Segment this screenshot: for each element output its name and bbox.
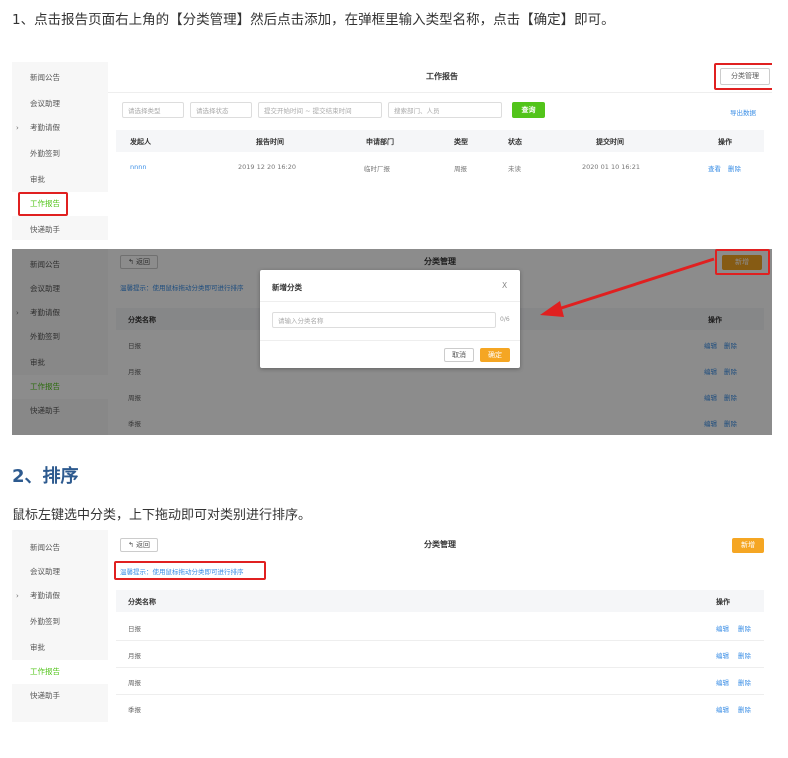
add-category-button[interactable]: 新增 — [732, 538, 764, 553]
export-link[interactable]: 导出数据 — [730, 107, 756, 117]
status-select[interactable]: 请选择状态 — [190, 102, 252, 118]
back-label: 返回 — [136, 541, 151, 549]
table-header: 发起人 报告时间 申请部门 类型 状态 提交时间 操作 — [116, 130, 764, 152]
edit-link[interactable]: 编辑 — [716, 650, 729, 660]
col-submit-time: 提交时间 — [596, 138, 624, 146]
sidebar-item-meeting[interactable]: 会议助理 — [12, 560, 108, 584]
col-report-time: 报告时间 — [256, 138, 284, 146]
col-type: 类型 — [454, 138, 468, 146]
category-name: 月报 — [128, 652, 141, 660]
edit-link[interactable]: 编辑 — [716, 704, 729, 714]
sidebar-item-approval[interactable]: 审批 — [12, 636, 108, 660]
dept-cell: 临时厂报 — [364, 165, 390, 173]
page-title: 分类管理 — [424, 540, 456, 549]
sidebar-item-news[interactable]: 新闻公告 — [12, 66, 108, 90]
submit-time-cell: 2020 01 10 16:21 — [582, 163, 641, 171]
category-name: 季报 — [128, 706, 141, 714]
search-input[interactable]: 搜索部门、人员 — [388, 102, 502, 118]
col-ops: 操作 — [716, 598, 730, 606]
list-item[interactable]: 月报 编辑 删除 — [116, 647, 764, 663]
initiator-cell[interactable]: nnnn — [130, 163, 146, 171]
sidebar-item-approval[interactable]: 审批 — [12, 168, 108, 192]
back-button[interactable]: ↰ 返回 — [120, 538, 158, 552]
date-range-input[interactable]: 提交开始时间 ~ 提交结束时间 — [258, 102, 382, 118]
sidebar-item-attendance[interactable]: 考勤请假 — [12, 116, 108, 140]
list-item[interactable]: 日报 编辑 删除 — [116, 620, 764, 636]
edit-link[interactable]: 编辑 — [716, 623, 729, 633]
highlight-box — [18, 192, 68, 216]
report-time-cell: 2019 12 20 16:20 — [238, 163, 297, 171]
col-name: 分类名称 — [128, 598, 156, 606]
edit-link[interactable]: 编辑 — [716, 677, 729, 687]
delete-link[interactable]: 删除 — [728, 163, 741, 173]
add-category-dialog: 新增分类 X 请输入分类名称 0/6 取消 确定 — [260, 270, 520, 368]
section-title: 2、排序 — [12, 466, 79, 487]
divider — [260, 301, 520, 302]
category-name: 周报 — [128, 679, 141, 687]
report-main: 工作报告 分类管理 请选择类型 请选择状态 提交开始时间 ~ 提交结束时间 搜索… — [108, 62, 772, 240]
row-divider — [116, 640, 764, 641]
table-row: nnnn 2019 12 20 16:20 临时厂报 周报 未读 2020 01… — [116, 158, 764, 178]
list-item[interactable]: 季报 编辑 删除 — [116, 701, 764, 717]
back-arrow-icon: ↰ — [127, 541, 137, 549]
delete-link[interactable]: 删除 — [738, 704, 751, 714]
page-title: 工作报告 — [426, 72, 458, 81]
search-button[interactable]: 查询 — [512, 102, 545, 118]
cancel-button[interactable]: 取消 — [444, 348, 474, 362]
row-divider — [116, 667, 764, 668]
delete-link[interactable]: 删除 — [738, 650, 751, 660]
dialog-title: 新增分类 — [272, 283, 302, 292]
sidebar-item-meeting[interactable]: 会议助理 — [12, 92, 108, 116]
sidebar-item-express[interactable]: 快递助手 — [12, 218, 108, 240]
close-icon[interactable]: X — [502, 281, 507, 290]
col-ops: 操作 — [718, 138, 732, 146]
type-cell: 周报 — [454, 165, 467, 173]
type-select[interactable]: 请选择类型 — [122, 102, 184, 118]
table-header: 分类名称 操作 — [116, 590, 764, 612]
status-cell: 未读 — [508, 165, 521, 173]
divider — [260, 340, 520, 341]
sidebar-item-field[interactable]: 外勤签到 — [12, 142, 108, 166]
category-name-input[interactable]: 请输入分类名称 — [272, 312, 496, 328]
step2-text: 鼠标左键选中分类，上下拖动即可对类别进行排序。 — [12, 508, 312, 523]
delete-link[interactable]: 删除 — [738, 623, 751, 633]
highlight-box — [714, 63, 772, 90]
confirm-button[interactable]: 确定 — [480, 348, 510, 362]
row-divider — [116, 694, 764, 695]
step1-text: 1、点击报告页面右上角的【分类管理】然后点击添加，在弹框里输入类型名称，点击【确… — [12, 12, 615, 28]
view-link[interactable]: 查看 — [708, 163, 721, 173]
list-item[interactable]: 周报 编辑 删除 — [116, 674, 764, 690]
sidebar-item-report[interactable]: 工作报告 — [12, 660, 108, 684]
sidebar-item-news[interactable]: 新闻公告 — [12, 536, 108, 560]
screenshot-work-report: 新闻公告 会议助理 › 考勤请假 外勤签到 审批 工作报告 快递助手 工作报告 … — [12, 62, 772, 240]
sidebar-item-field[interactable]: 外勤签到 — [12, 610, 108, 634]
col-dept: 申请部门 — [366, 138, 394, 146]
screenshot-category-sort: 新闻公告 会议助理 › 考勤请假 外勤签到 审批 工作报告 快递助手 ↰ 返回 … — [12, 530, 772, 722]
char-counter: 0/6 — [500, 316, 510, 323]
highlight-box — [114, 561, 266, 580]
delete-link[interactable]: 删除 — [738, 677, 751, 687]
sidebar-item-attendance[interactable]: 考勤请假 — [12, 584, 108, 608]
category-name: 日报 — [128, 625, 141, 633]
sidebar-item-express[interactable]: 快递助手 — [12, 684, 108, 708]
col-status: 状态 — [508, 138, 522, 146]
screenshot-category-dialog: 新闻公告 会议助理 › 考勤请假 外勤签到 审批 工作报告 快递助手 ↰ 返回 … — [12, 249, 772, 435]
col-initiator: 发起人 — [130, 138, 151, 146]
